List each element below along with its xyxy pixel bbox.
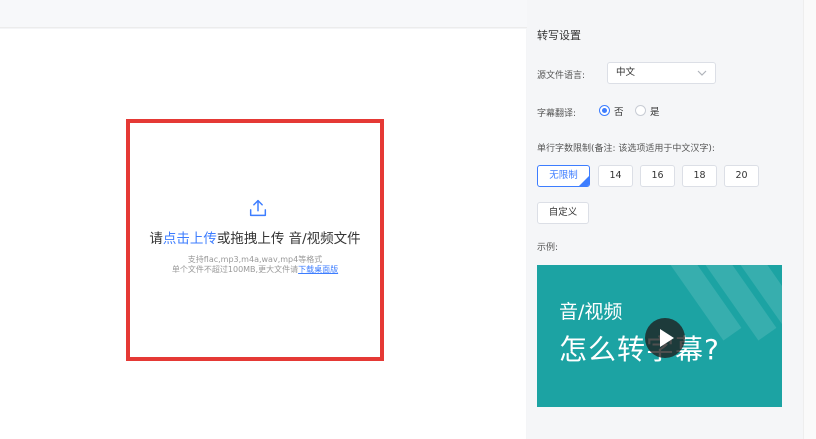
preview-question: 怎么转字幕? bbox=[559, 333, 720, 366]
source-language-value: 中文 bbox=[616, 67, 636, 78]
source-language-select[interactable]: 中文 bbox=[607, 62, 716, 84]
click-upload-link[interactable]: 点击上传 bbox=[163, 231, 217, 247]
subtitle-translate-label: 字幕翻译: bbox=[537, 109, 577, 119]
play-icon[interactable] bbox=[645, 318, 685, 358]
file-drop-zone[interactable]: 请点击上传或拖拽上传 音/视频文件 支持flac,mp3,m4a,wav,mp4… bbox=[126, 119, 384, 361]
translate-yes-radio[interactable] bbox=[635, 105, 646, 116]
upload-title: 请点击上传或拖拽上传 音/视频文件 bbox=[130, 227, 380, 247]
source-language-label: 源文件语言: bbox=[537, 71, 586, 81]
translate-no-radio[interactable] bbox=[599, 105, 610, 116]
limit-option-16[interactable]: 16 bbox=[640, 165, 675, 187]
limit-option-18[interactable]: 18 bbox=[682, 165, 717, 187]
preview-heading: 音/视频 bbox=[559, 301, 623, 323]
size-limit-text: 单个文件不超过100MB,更大文件请下载桌面版 bbox=[130, 264, 380, 275]
limit-option-14[interactable]: 14 bbox=[598, 165, 633, 187]
upload-title-prefix: 请 bbox=[149, 231, 163, 247]
size-limit-note: 单个文件不超过100MB,更大文件请 bbox=[171, 265, 299, 274]
download-desktop-link[interactable]: 下载桌面版 bbox=[298, 265, 338, 274]
upload-area: 请点击上传或拖拽上传 音/视频文件 支持flac,mp3,m4a,wav,mp4… bbox=[0, 29, 526, 439]
upload-title-suffix: 或拖拽上传 音/视频文件 bbox=[216, 231, 361, 247]
upload-icon bbox=[249, 199, 267, 217]
chevron-down-icon bbox=[697, 70, 707, 76]
custom-limit-button[interactable]: 自定义 bbox=[537, 202, 589, 224]
line-limit-label: 单行字数限制(备注: 该选项适用于中文汉字): bbox=[537, 144, 715, 154]
translate-yes-label: 是 bbox=[650, 107, 660, 118]
limit-option-unlimited[interactable]: 无限制 bbox=[537, 165, 590, 187]
settings-panel: 转写设置 源文件语言: 中文 字幕翻译: 否 是 单行字数限制(备注: 该选项适… bbox=[527, 0, 803, 439]
example-video-preview[interactable]: 音/视频 怎么转字幕? bbox=[537, 265, 782, 407]
translate-no-label: 否 bbox=[614, 107, 624, 118]
limit-option-20[interactable]: 20 bbox=[724, 165, 759, 187]
example-label: 示例: bbox=[537, 243, 559, 253]
scrollbar-track[interactable] bbox=[803, 0, 816, 439]
settings-title: 转写设置 bbox=[537, 29, 581, 42]
